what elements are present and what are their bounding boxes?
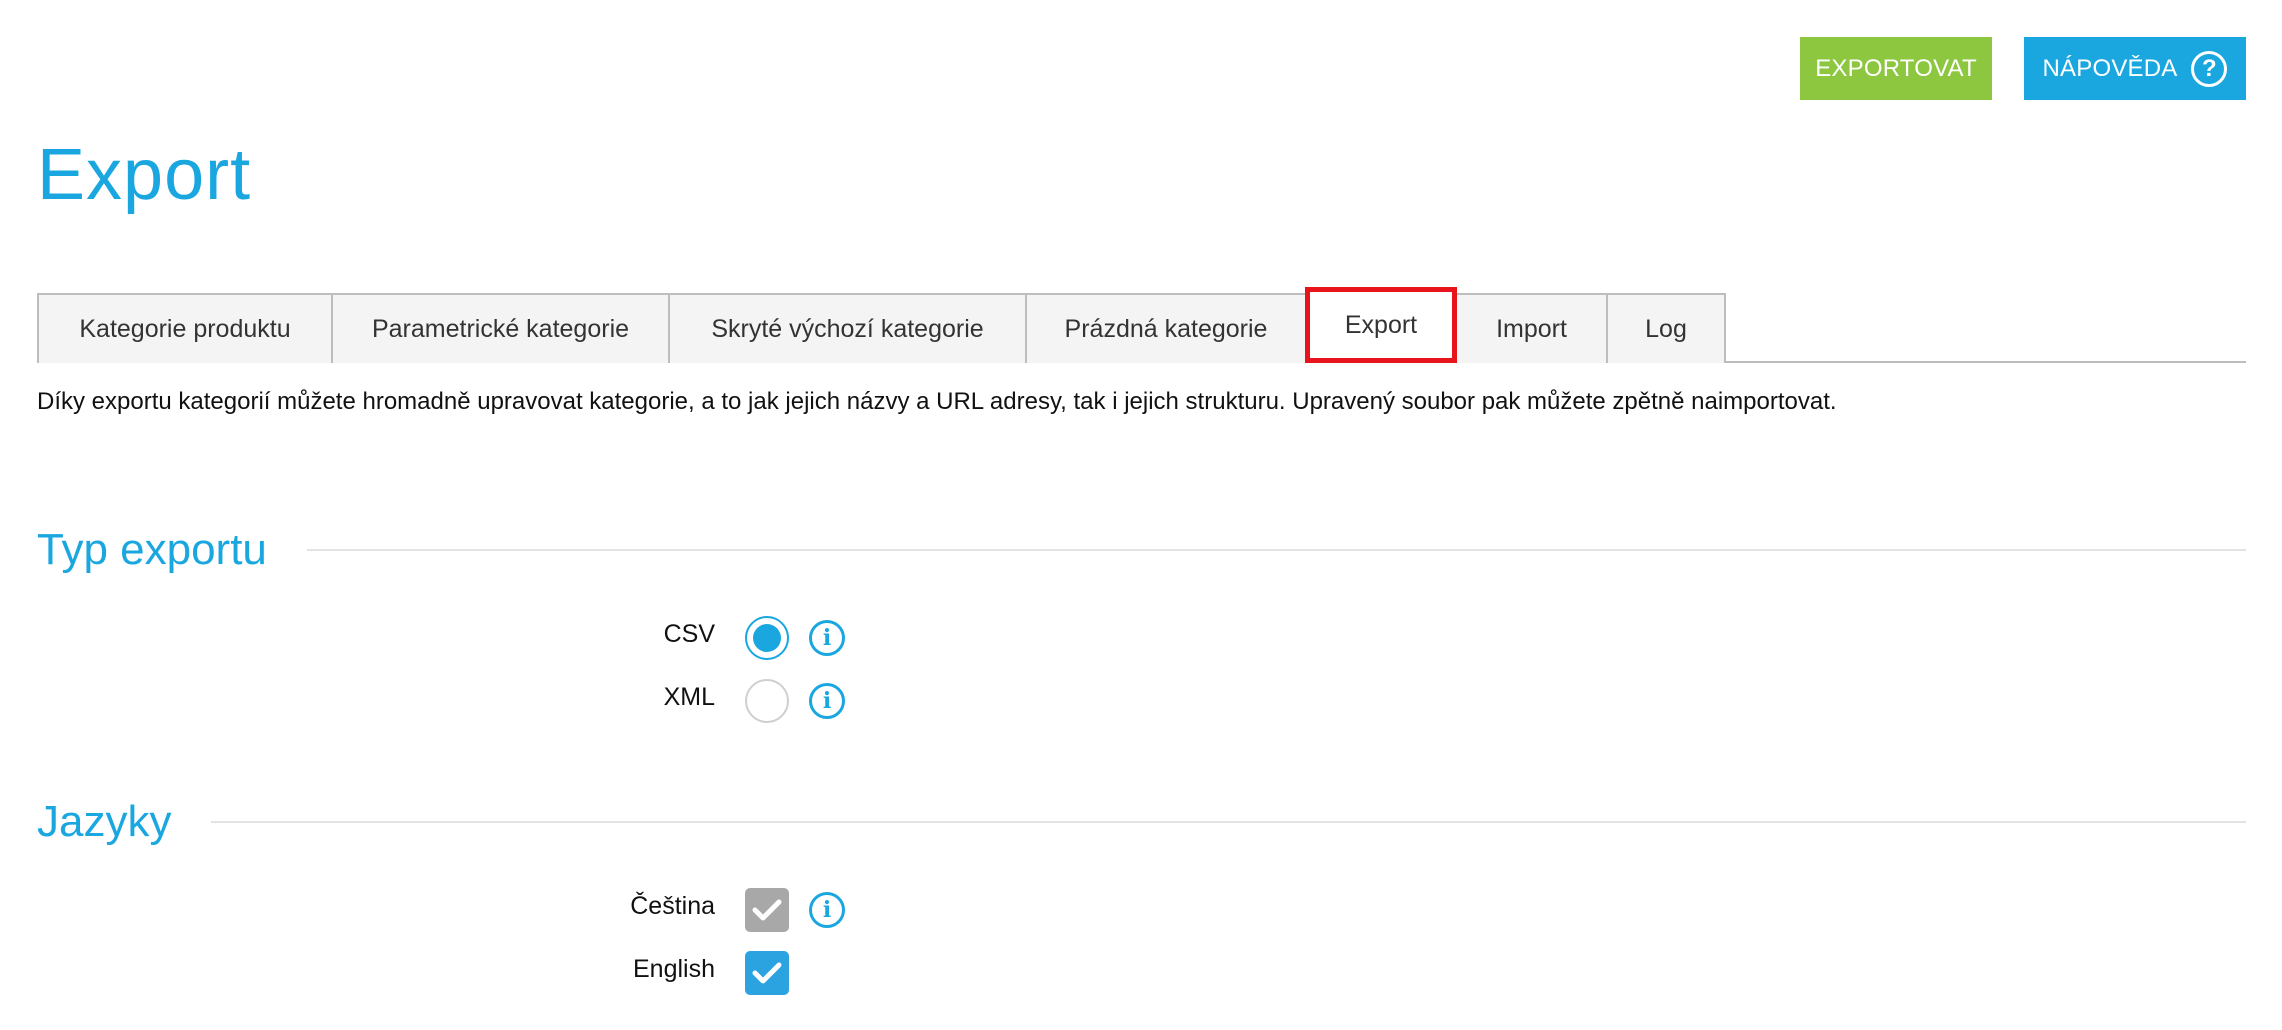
option-label-cestina: Čeština	[630, 892, 715, 920]
tab-kategorie-produktu[interactable]: Kategorie produktu	[37, 293, 333, 363]
checkbox-cestina[interactable]	[745, 888, 789, 932]
info-icon[interactable]: i	[809, 683, 845, 719]
checkmark-icon	[752, 899, 782, 921]
tab-parametricke-kategorie[interactable]: Parametrické kategorie	[331, 293, 670, 363]
option-label-xml: XML	[663, 683, 715, 711]
help-button-label: NÁPOVĚDA	[2042, 54, 2178, 82]
section-divider	[306, 549, 2246, 551]
export-button-label: EXPORTOVAT	[1815, 54, 1977, 82]
checkbox-english[interactable]	[745, 951, 789, 995]
radio-csv[interactable]	[745, 616, 789, 660]
radio-xml[interactable]	[745, 679, 789, 723]
section-title-export-type: Typ exportu	[37, 525, 267, 574]
description-text: Díky exportu kategorií můžete hromadně u…	[37, 388, 1837, 415]
section-languages: Jazyky	[37, 797, 2246, 847]
help-button[interactable]: NÁPOVĚDA ?	[2024, 37, 2246, 100]
checkmark-icon	[752, 962, 782, 984]
info-icon[interactable]: i	[809, 892, 845, 928]
tab-log[interactable]: Log	[1606, 293, 1726, 363]
tab-export[interactable]: Export	[1305, 287, 1457, 363]
option-label-english: English	[633, 955, 715, 983]
page-title: Export	[37, 135, 252, 215]
export-button[interactable]: EXPORTOVAT	[1800, 37, 1992, 100]
tab-bar: Kategorie produktu Parametrické kategori…	[37, 287, 2246, 363]
section-divider	[211, 821, 2246, 823]
info-icon[interactable]: i	[809, 620, 845, 656]
top-actions: EXPORTOVAT NÁPOVĚDA ?	[1800, 37, 2246, 100]
question-mark-icon: ?	[2191, 50, 2228, 87]
tab-skryte-vychozi-kategorie[interactable]: Skryté výchozí kategorie	[668, 293, 1027, 363]
tab-import[interactable]: Import	[1455, 293, 1608, 363]
tab-prazdna-kategorie[interactable]: Prázdná kategorie	[1025, 293, 1307, 363]
option-label-csv: CSV	[663, 620, 715, 648]
section-export-type: Typ exportu	[37, 525, 2246, 575]
section-title-languages: Jazyky	[37, 797, 172, 846]
